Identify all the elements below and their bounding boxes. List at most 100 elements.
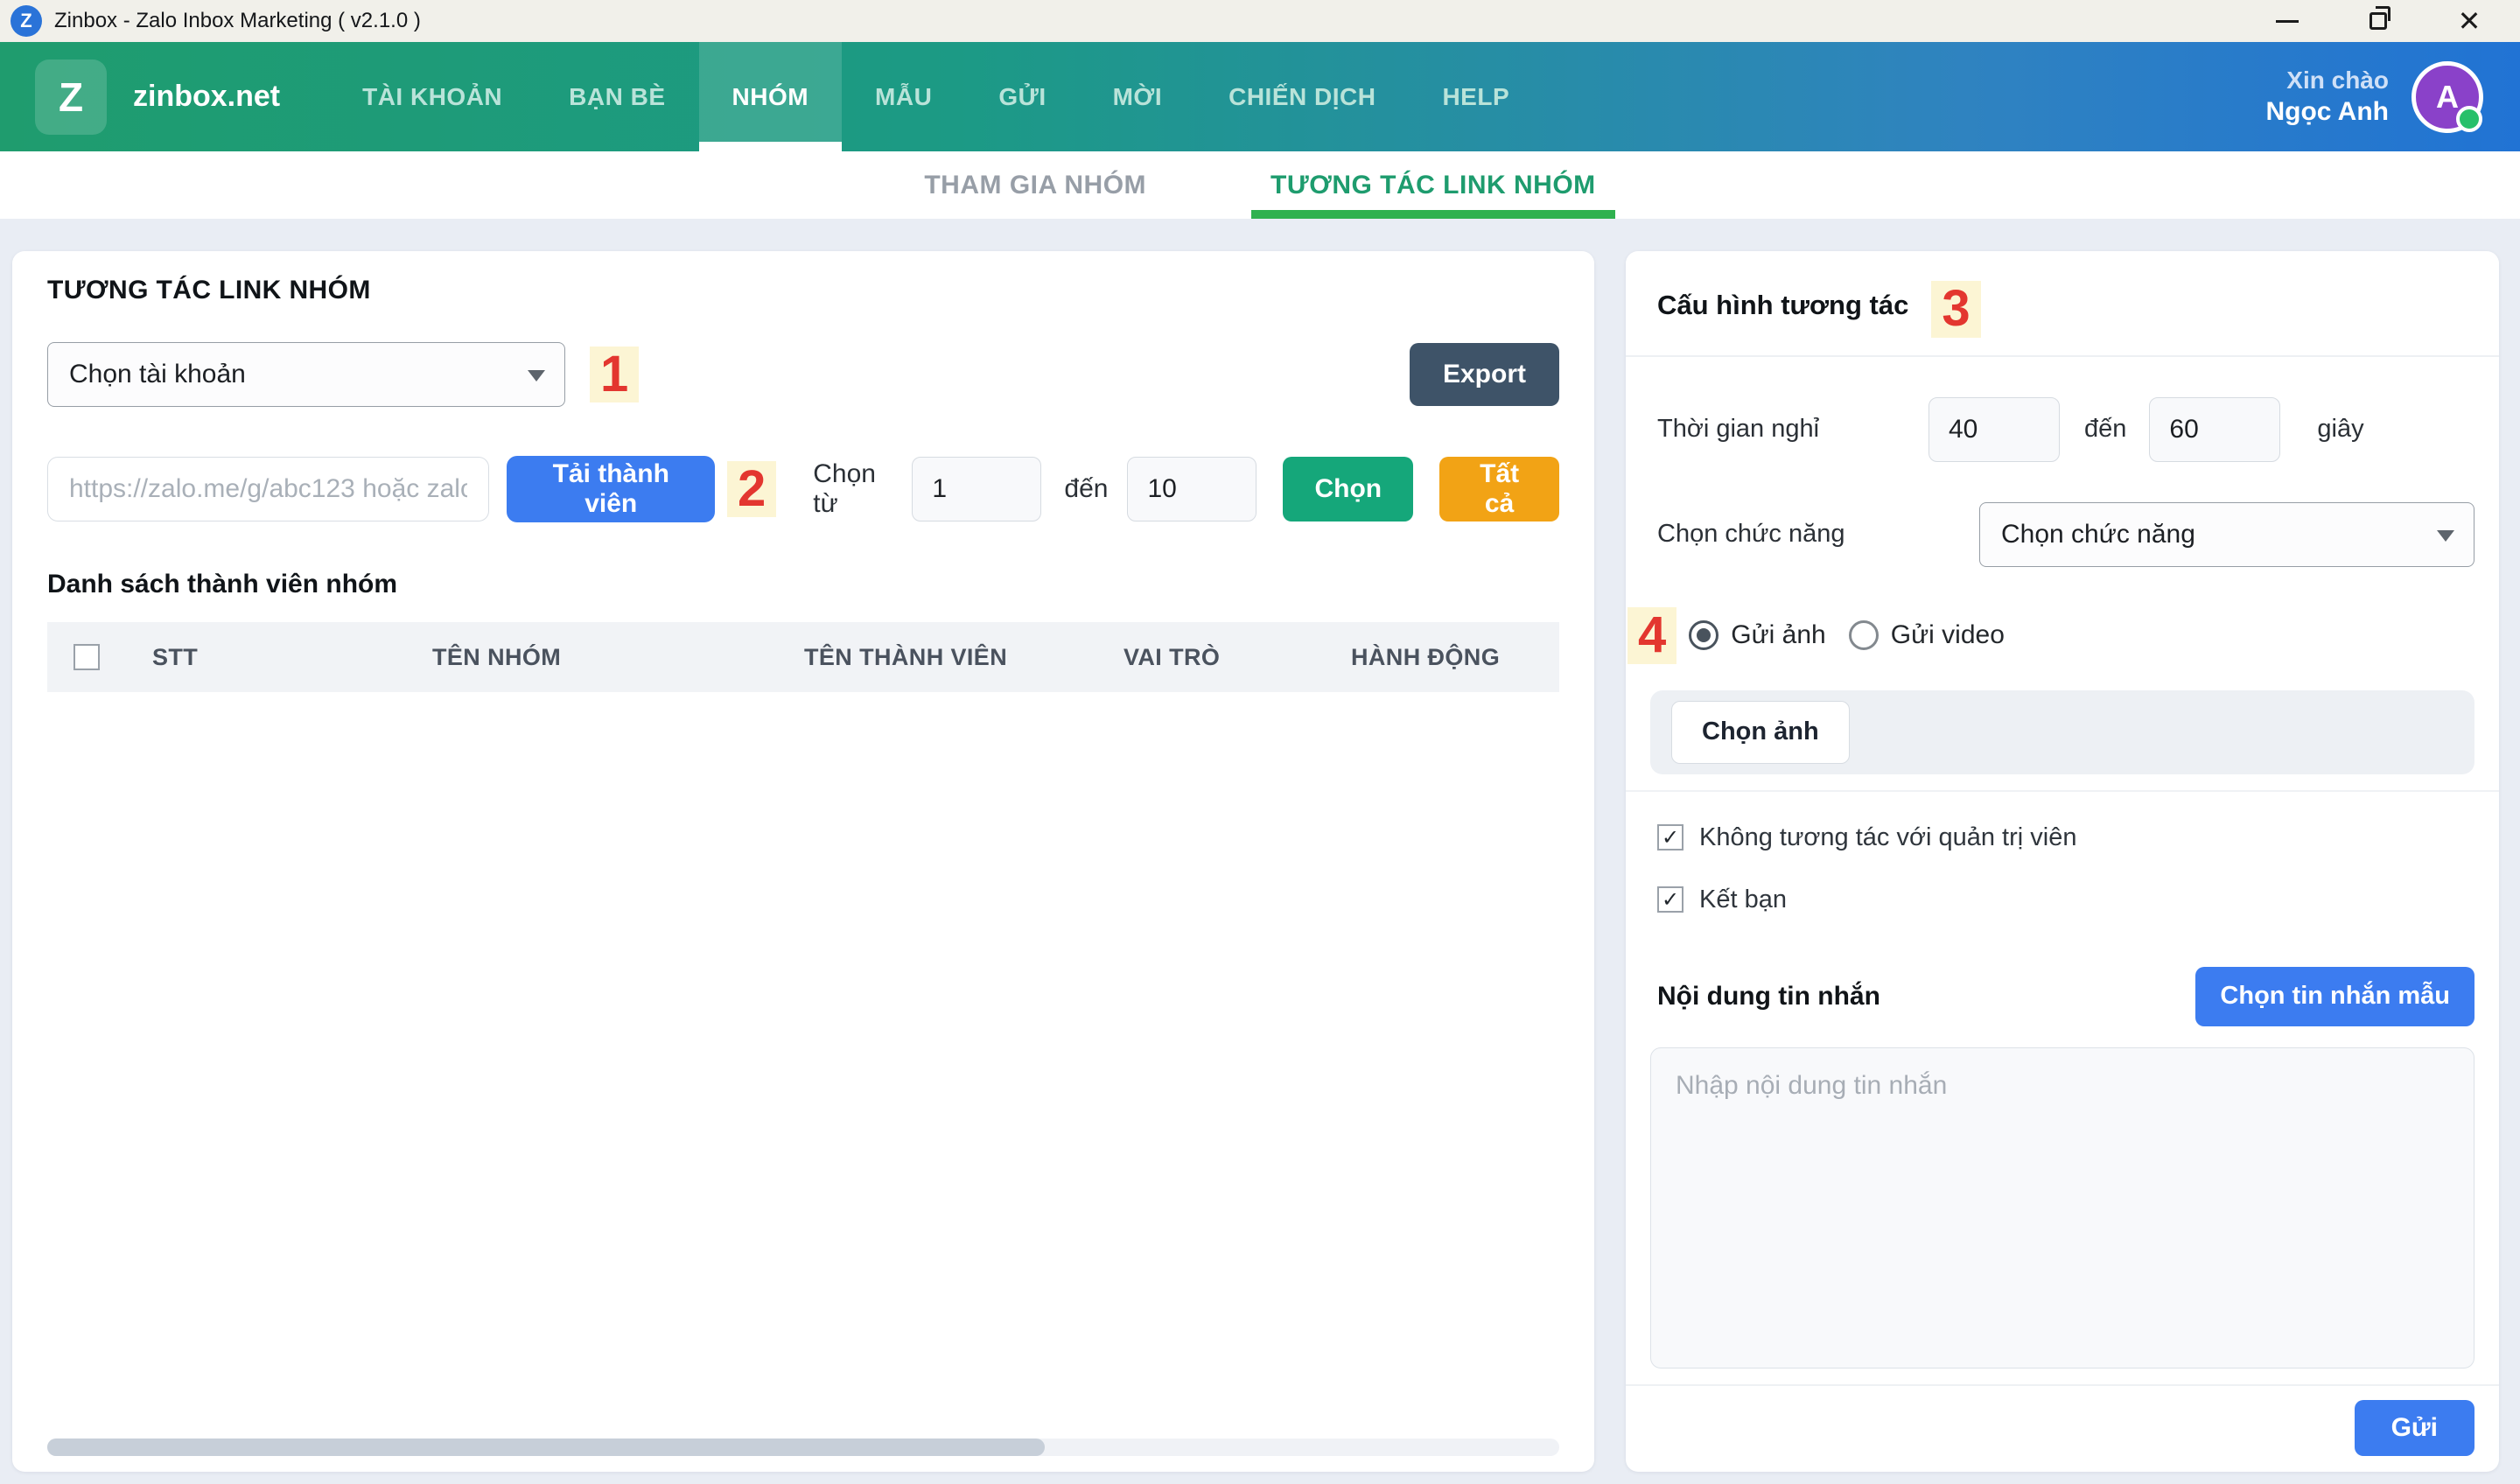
brand-logo-icon[interactable]: Z (35, 60, 107, 135)
tab-strip: THAM GIA NHÓM TƯƠNG TÁC LINK NHÓM (0, 151, 2520, 219)
annotation-1: 1 (590, 346, 639, 403)
nav-item-help[interactable]: HELP (1409, 42, 1543, 151)
nav-item-mau[interactable]: MẪU (842, 42, 965, 151)
nav-item-chien-dich[interactable]: CHIẾN DỊCH (1195, 42, 1409, 151)
nav-item-tai-khoan[interactable]: TÀI KHOẢN (329, 42, 536, 151)
left-panel-title: TƯƠNG TÁC LINK NHÓM (47, 276, 1559, 305)
range-from-label: Chọn từ (813, 459, 892, 519)
account-row: Chọn tài khoản 1 Export (47, 342, 1559, 407)
rest-from-input[interactable] (1928, 397, 2060, 462)
minimize-icon (2276, 20, 2299, 23)
horizontal-scrollbar-thumb[interactable] (47, 1438, 1045, 1456)
account-select-value: Chọn tài khoản (69, 360, 246, 389)
zone-divider (1626, 790, 2499, 792)
function-label: Chọn chức năng (1657, 520, 1845, 549)
brand-name[interactable]: zinbox.net (133, 80, 280, 114)
user-name: Ngọc Anh (2265, 95, 2389, 129)
message-header: Nội dung tin nhắn Chọn tin nhắn mẫu (1650, 967, 2474, 1026)
radio-send-image[interactable] (1689, 620, 1718, 650)
annotation-2: 2 (727, 461, 776, 518)
select-all-button[interactable]: Tất cả (1439, 457, 1559, 522)
range-to-label: đến (1064, 474, 1108, 504)
radio-send-image-label[interactable]: Gửi ảnh (1731, 620, 1825, 650)
rest-time-label: Thời gian nghỉ (1657, 415, 1928, 444)
nav-item-nhom[interactable]: NHÓM (699, 42, 843, 151)
select-all-checkbox[interactable] (74, 644, 100, 670)
check-icon: ✓ (1662, 887, 1679, 913)
config-title: Cấu hình tương tác (1657, 290, 1908, 321)
image-picker-zone: Chọn ảnh (1650, 690, 2474, 774)
restore-button[interactable] (2361, 4, 2396, 38)
close-icon: ✕ (2458, 7, 2482, 35)
nav-item-moi[interactable]: MỜI (1080, 42, 1196, 151)
annotation-3: 3 (1931, 281, 1980, 338)
no-admin-row: ✓ Không tương tác với quản trị viên (1650, 823, 2474, 852)
friend-label[interactable]: Kết bạn (1699, 886, 1787, 914)
rest-to-label: đến (2084, 415, 2126, 444)
nav-item-gui[interactable]: GỬI (965, 42, 1079, 151)
check-icon: ✓ (1662, 825, 1679, 850)
minimize-button[interactable] (2270, 4, 2305, 38)
no-admin-label[interactable]: Không tương tác với quản trị viên (1699, 823, 2076, 852)
range-to-input[interactable] (1127, 457, 1256, 522)
member-list-title: Danh sách thành viên nhóm (47, 570, 1559, 599)
horizontal-scrollbar[interactable] (47, 1438, 1559, 1456)
right-panel: Cấu hình tương tác 3 Thời gian nghỉ đến … (1626, 251, 2499, 1472)
left-panel: TƯƠNG TÁC LINK NHÓM Chọn tài khoản 1 Exp… (12, 251, 1594, 1472)
online-status-icon (2456, 106, 2482, 132)
rest-to-input[interactable] (2149, 397, 2280, 462)
range-from-input[interactable] (912, 457, 1041, 522)
user-greeting: Xin chào Ngọc Anh (2265, 65, 2389, 129)
col-ten-thanh-vien: TÊN THÀNH VIÊN (778, 644, 1097, 671)
export-button[interactable]: Export (1410, 343, 1559, 406)
friend-checkbox[interactable]: ✓ (1657, 886, 1684, 913)
tab-tham-gia-nhom[interactable]: THAM GIA NHÓM (919, 151, 1152, 219)
rest-unit-label: giây (2317, 415, 2363, 444)
page-content: TƯƠNG TÁC LINK NHÓM Chọn tài khoản 1 Exp… (0, 219, 2520, 1484)
choose-image-button[interactable]: Chọn ảnh (1671, 701, 1850, 764)
avatar[interactable]: A (2412, 61, 2483, 133)
friend-row: ✓ Kết bạn (1650, 886, 2474, 914)
send-button[interactable]: Gửi (2355, 1400, 2474, 1456)
config-header: Cấu hình tương tác 3 (1650, 276, 2474, 343)
header-divider (1626, 355, 2499, 357)
function-select-value: Chọn chức năng (2001, 520, 2195, 550)
select-range-button[interactable]: Chọn (1283, 457, 1413, 522)
col-stt: STT (126, 644, 406, 671)
window-controls: ✕ (2270, 4, 2510, 38)
col-hanh-dong: HÀNH ĐỘNG (1325, 644, 1559, 671)
col-vai-tro: VAI TRÒ (1097, 644, 1325, 671)
message-label: Nội dung tin nhắn (1657, 982, 1880, 1012)
account-select[interactable]: Chọn tài khoản (47, 342, 565, 407)
window-title: Zinbox - Zalo Inbox Marketing ( v2.1.0 ) (54, 9, 421, 33)
close-button[interactable]: ✕ (2452, 4, 2487, 38)
radio-dot-icon (1697, 628, 1711, 642)
load-members-row: Tải thành viên 2 Chọn từ đến Chọn Tất cả (47, 456, 1559, 522)
function-select[interactable]: Chọn chức năng (1979, 502, 2474, 567)
restore-icon (2370, 12, 2387, 30)
nav-spacer (1543, 42, 2265, 151)
radio-send-video[interactable] (1849, 620, 1879, 650)
member-table-empty-body (47, 692, 1559, 1432)
message-placeholder: Nhập nội dung tin nhắn (1676, 1071, 1947, 1100)
main-navbar: Z zinbox.net TÀI KHOẢN BẠN BÈ NHÓM MẪU G… (0, 42, 2520, 151)
choose-template-button[interactable]: Chọn tin nhắn mẫu (2195, 967, 2474, 1026)
avatar-letter: A (2436, 79, 2459, 116)
titlebar: Z Zinbox - Zalo Inbox Marketing ( v2.1.0… (0, 0, 2520, 42)
col-ten-nhom: TÊN NHÓM (406, 644, 778, 671)
app-logo-icon: Z (10, 5, 42, 37)
tab-tuong-tac-link-nhom[interactable]: TƯƠNG TÁC LINK NHÓM (1265, 151, 1601, 219)
media-type-row: 4 Gửi ảnh Gửi video (1650, 607, 2474, 664)
member-table-header: STT TÊN NHÓM TÊN THÀNH VIÊN VAI TRÒ HÀNH… (47, 622, 1559, 692)
group-link-input[interactable] (47, 457, 489, 522)
load-members-button[interactable]: Tải thành viên (507, 456, 715, 522)
select-all-checkbox-cell (47, 644, 126, 670)
rest-time-row: Thời gian nghỉ đến giây (1650, 397, 2474, 462)
nav-item-ban-be[interactable]: BẠN BÈ (536, 42, 698, 151)
radio-send-video-label[interactable]: Gửi video (1891, 620, 2005, 650)
config-footer: Gửi (1626, 1384, 2499, 1456)
greeting-text: Xin chào (2265, 65, 2389, 95)
annotation-4: 4 (1628, 607, 1676, 664)
no-admin-checkbox[interactable]: ✓ (1657, 824, 1684, 850)
message-textarea[interactable]: Nhập nội dung tin nhắn (1650, 1047, 2474, 1368)
